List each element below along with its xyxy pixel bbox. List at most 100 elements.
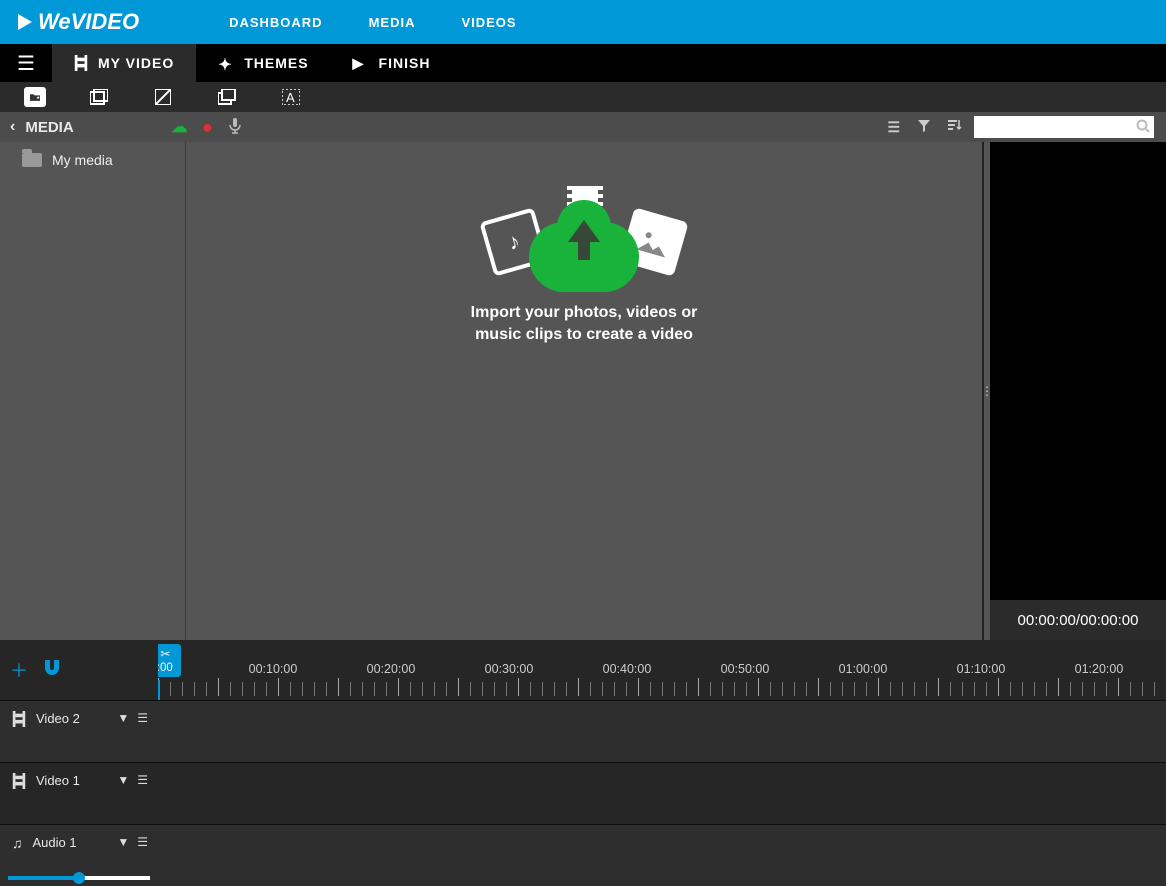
folder-star-icon: ★ <box>30 90 40 104</box>
upload-button[interactable]: ☁ <box>165 117 193 137</box>
tool-text[interactable]: A <box>280 87 302 107</box>
track-body[interactable] <box>158 701 1166 762</box>
media-content[interactable]: ♪ Import your photos, videos or music cl… <box>186 142 984 640</box>
media-bar: ‹ MEDIA ☁ ● ☰ <box>0 112 1166 142</box>
nav-dashboard[interactable]: DASHBOARD <box>229 15 323 30</box>
folder-my-media[interactable]: My media <box>0 142 185 168</box>
track-body[interactable] <box>158 763 1166 824</box>
logo[interactable]: WeVIDEO <box>18 9 139 35</box>
time-label: 01:20:00 <box>1040 662 1158 676</box>
nav-videos[interactable]: VIDEOS <box>461 15 516 30</box>
transition-icon <box>155 89 171 105</box>
svg-text:★: ★ <box>36 95 40 100</box>
ruler-ticks <box>158 682 1166 696</box>
volume-fill <box>8 876 79 880</box>
themes-icon <box>218 55 234 71</box>
tab-finish[interactable]: FINISH <box>331 44 453 82</box>
preview-screen[interactable] <box>990 142 1166 600</box>
track-dropdown[interactable]: ▼ <box>117 711 129 725</box>
time-current: 00:00:00 <box>1018 612 1076 629</box>
track-dropdown[interactable]: ▼ <box>117 835 129 849</box>
finish-icon <box>353 55 369 71</box>
track-video-1: Video 1 ▼ ☰ <box>0 762 1166 824</box>
view-controls: ☰ <box>875 119 974 136</box>
track-video-2: Video 2 ▼ ☰ <box>0 700 1166 762</box>
video-icon <box>12 773 26 792</box>
hamburger-button[interactable]: ☰ <box>0 44 52 82</box>
photos-icon <box>90 89 108 105</box>
main-area: My media ♪ Import your photos, videos or… <box>0 142 1166 640</box>
search-box[interactable] <box>974 116 1154 138</box>
folder-label: My media <box>52 152 113 168</box>
film-icon <box>74 55 88 71</box>
track-menu[interactable]: ☰ <box>137 835 148 849</box>
magnet-icon <box>42 660 62 676</box>
search-input[interactable] <box>974 116 1154 138</box>
text-icon: A <box>282 89 300 105</box>
track-header: Video 2 ▼ ☰ <box>0 701 158 762</box>
import-prompt[interactable]: ♪ Import your photos, videos or music cl… <box>471 184 698 345</box>
time-label: 00:20:00 <box>332 662 450 676</box>
mic-icon <box>229 118 241 134</box>
panel-title: MEDIA <box>25 119 165 136</box>
logo-text: WeVIDEO <box>38 9 139 35</box>
time-label: 01:10:00 <box>922 662 1040 676</box>
media-sidebar: My media <box>0 142 186 640</box>
filter-button[interactable] <box>918 119 930 136</box>
track-body[interactable] <box>158 825 1166 886</box>
track-dropdown[interactable]: ▼ <box>117 773 129 787</box>
volume-knob[interactable] <box>73 872 85 884</box>
tool-media[interactable]: ★ <box>24 87 46 107</box>
import-illustration: ♪ <box>484 184 684 294</box>
playhead-tab[interactable]: ▿ ✂ 00:00:00 <box>158 644 181 677</box>
time-label: 01:00:00 <box>804 662 922 676</box>
preview-time: 00:00:00 / 00:00:00 <box>990 600 1166 640</box>
volume-slider[interactable] <box>8 874 150 882</box>
preview-panel: 00:00:00 / 00:00:00 <box>990 142 1166 640</box>
search-icon <box>1136 119 1150 136</box>
track-menu[interactable]: ☰ <box>137 711 148 725</box>
tab-label: MY VIDEO <box>98 55 174 71</box>
timeline-tools: ＋ <box>0 640 158 700</box>
record-button[interactable]: ● <box>193 117 221 138</box>
layers-icon <box>218 89 236 105</box>
time-label: 00:30:00 <box>450 662 568 676</box>
tab-themes[interactable]: THEMES <box>196 44 330 82</box>
time-total: 00:00:00 <box>1080 612 1138 629</box>
tool-transition[interactable] <box>152 87 174 107</box>
time-label: 00:40:00 <box>568 662 686 676</box>
tool-overlays[interactable] <box>216 87 238 107</box>
sort-button[interactable] <box>948 119 962 136</box>
tab-label: FINISH <box>379 55 431 71</box>
up-arrow-icon <box>568 220 600 242</box>
tool-strip: ★ A <box>0 82 1166 112</box>
mic-button[interactable] <box>221 118 249 137</box>
track-audio-1: ♫ Audio 1 ▼ ☰ <box>0 824 1166 886</box>
nav-media[interactable]: MEDIA <box>369 15 416 30</box>
playhead-time: 00:00:00 <box>158 662 173 674</box>
add-track-button[interactable]: ＋ <box>10 657 28 683</box>
folder-icon <box>22 153 42 167</box>
track-menu[interactable]: ☰ <box>137 773 148 787</box>
timeline: ＋ ▿ ✂ 00:00:00 00:10:00 00:20:00 00:30:0… <box>0 640 1166 880</box>
time-ruler[interactable]: ▿ ✂ 00:00:00 00:10:00 00:20:00 00:30:00 … <box>158 640 1166 700</box>
back-button[interactable]: ‹ <box>0 118 25 136</box>
tab-label: THEMES <box>244 55 308 71</box>
import-text-1: Import your photos, videos or <box>471 304 698 321</box>
snap-button[interactable] <box>42 660 62 681</box>
tab-my-video[interactable]: MY VIDEO <box>52 44 196 82</box>
audio-icon: ♫ <box>12 835 23 851</box>
track-name: Video 1 <box>36 773 107 788</box>
editor-tabs: ☰ MY VIDEO THEMES FINISH <box>0 44 1166 82</box>
top-bar: WeVIDEO DASHBOARD MEDIA VIDEOS <box>0 0 1166 44</box>
svg-text:A: A <box>286 90 295 105</box>
video-icon <box>12 711 26 730</box>
volume-track <box>8 876 150 880</box>
list-view-button[interactable]: ☰ <box>887 119 900 136</box>
tool-photos[interactable] <box>88 87 110 107</box>
sort-icon <box>948 120 962 132</box>
time-label: 00:50:00 <box>686 662 804 676</box>
scissors-icon: ✂ <box>160 648 170 660</box>
time-label: 00:10:00 <box>214 662 332 676</box>
import-text-2: music clips to create a video <box>475 326 693 343</box>
